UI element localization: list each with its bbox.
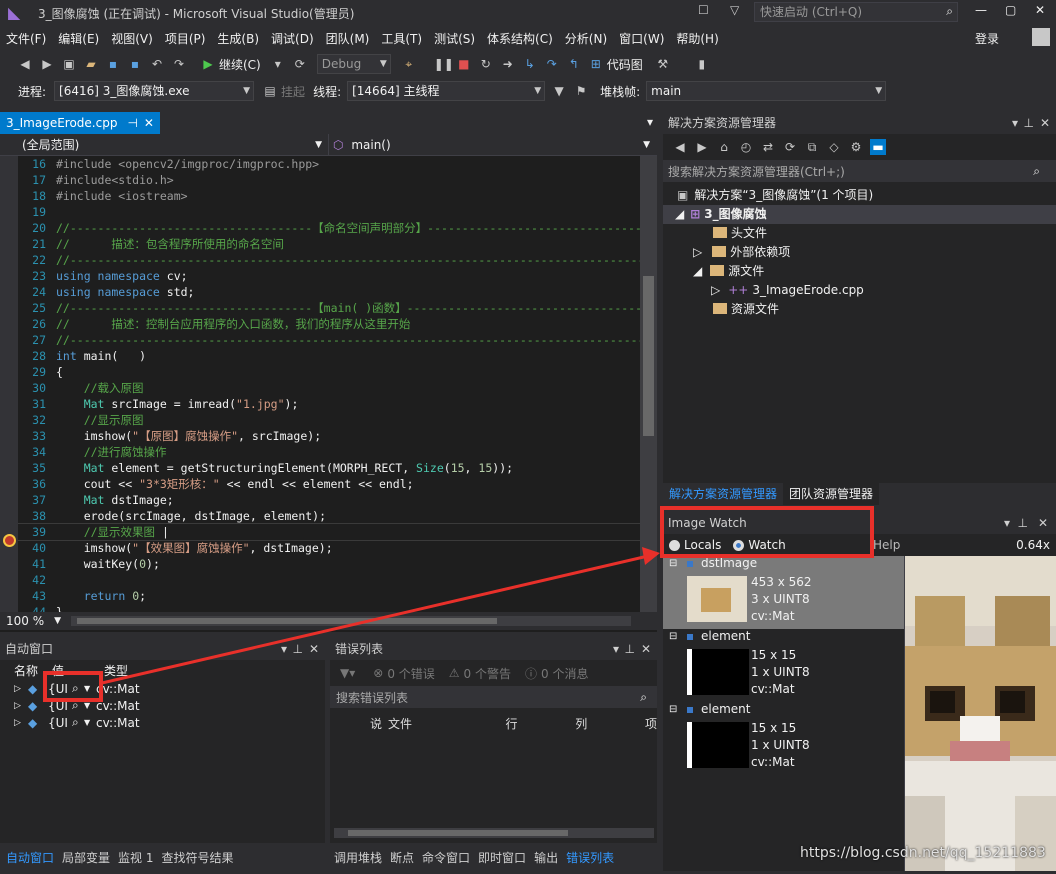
annotation-arrow [101, 547, 660, 685]
watermark: https://blog.csdn.net/qq_15211883 [800, 845, 1046, 861]
